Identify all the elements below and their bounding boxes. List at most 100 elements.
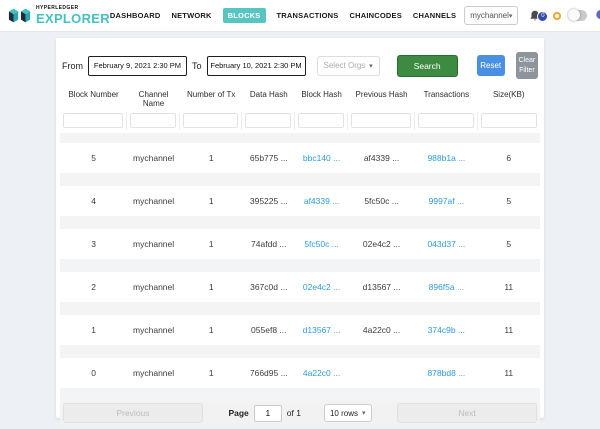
filter-previous-hash-input[interactable]	[351, 113, 411, 128]
col-number-of-tx: Number of Tx	[180, 87, 242, 111]
notifications-button[interactable]: 0	[528, 9, 542, 23]
reset-button[interactable]: Reset	[477, 55, 505, 76]
col-data-hash: Data Hash	[242, 87, 295, 111]
col-block-number: Block Number	[60, 87, 127, 111]
block-hash-link[interactable]: d13567 ...	[295, 325, 348, 335]
filter-size-kb-input[interactable]	[481, 113, 537, 128]
cell-block-number: 2	[60, 282, 127, 292]
cell-size-kb: 11	[478, 325, 540, 335]
nav-dashboard[interactable]: DASHBOARD	[110, 11, 161, 20]
cell-size-kb: 11	[478, 282, 540, 292]
header-icons: 0	[528, 6, 600, 25]
col-previous-hash: Previous Hash	[348, 87, 415, 111]
page-controls: Page of 1 10 rows ▾	[207, 404, 393, 422]
block-hash-link[interactable]: bbc140 ...	[295, 153, 348, 163]
previous-page-button[interactable]: Previous	[63, 403, 203, 423]
main-nav: DASHBOARD NETWORK BLOCKS TRANSACTIONS CH…	[110, 8, 456, 23]
cell-block-number: 1	[60, 325, 127, 335]
clear-filter-button[interactable]: Clear Filter	[516, 52, 538, 79]
table-row: 1 mychannel 1 055ef8 ... d13567 ... 4a22…	[60, 315, 540, 345]
cell-data-hash: 367c0d ...	[242, 282, 295, 292]
page-label: Page	[228, 408, 248, 418]
transactions-link[interactable]: 878bd8 ...	[415, 368, 477, 378]
cell-size-kb: 5	[478, 239, 540, 249]
transactions-link[interactable]: 896f5a ...	[415, 282, 477, 292]
cell-channel-name: mychannel	[127, 196, 180, 206]
cell-block-number: 4	[60, 196, 127, 206]
col-transactions: Transactions	[415, 87, 477, 111]
cell-previous-hash: 5fc50c ...	[348, 196, 415, 206]
filter-block-hash-input[interactable]	[298, 113, 344, 128]
toggle-knob	[568, 9, 580, 21]
cell-num-tx: 1	[180, 368, 242, 378]
page-of-label: of 1	[287, 408, 301, 418]
notification-badge: 0	[537, 11, 548, 22]
table-row: 2 mychannel 1 367c0d ... 02e4c2 ... d135…	[60, 272, 540, 302]
cell-channel-name: mychannel	[127, 239, 180, 249]
select-orgs-dropdown[interactable]: Select Orgs ▾	[317, 56, 380, 76]
table-body: 5 mychannel 1 65b775 ... bbc140 ... af43…	[60, 133, 540, 401]
filter-bar: From To Select Orgs ▾ Search Reset Clear…	[60, 42, 540, 87]
rows-per-page-value: 10 rows	[330, 409, 358, 418]
page-number-input[interactable]	[254, 405, 282, 422]
cell-num-tx: 1	[180, 196, 242, 206]
col-size-kb: Size(KB)	[478, 87, 540, 111]
transactions-link[interactable]: 988b1a ...	[415, 153, 477, 163]
sun-icon	[553, 12, 561, 20]
nav-blocks[interactable]: BLOCKS	[223, 8, 266, 23]
cell-previous-hash: 02e4c2 ...	[348, 239, 415, 249]
cell-channel-name: mychannel	[127, 153, 180, 163]
transactions-link[interactable]: 374c9b ...	[415, 325, 477, 335]
filter-number-of-tx-input[interactable]	[183, 113, 238, 128]
cell-data-hash: 055ef8 ...	[242, 325, 295, 335]
from-label: From	[62, 61, 83, 71]
filter-channel-name-input[interactable]	[130, 113, 176, 128]
table-row: 4 mychannel 1 395225 ... af4339 ... 5fc5…	[60, 186, 540, 216]
brand-explorer: EXPLORER	[36, 12, 110, 25]
transactions-link[interactable]: 043d37 ...	[415, 239, 477, 249]
chevron-down-icon: ▾	[369, 62, 373, 70]
filter-transactions-input[interactable]	[418, 113, 473, 128]
cell-size-kb: 6	[478, 153, 540, 163]
col-channel-name: Channel Name	[127, 87, 180, 111]
nav-transactions[interactable]: TRANSACTIONS	[277, 11, 339, 20]
table-filter-row	[60, 111, 540, 133]
filter-block-number-input[interactable]	[63, 113, 123, 128]
cell-data-hash: 74afdd ...	[242, 239, 295, 249]
block-hash-link[interactable]: 02e4c2 ...	[295, 282, 348, 292]
channel-select-value: mychannel	[470, 11, 509, 20]
next-page-button[interactable]: Next	[397, 403, 537, 423]
table-row: 3 mychannel 1 74afdd ... 5fc50c ... 02e4…	[60, 229, 540, 259]
table-header-row: Block Number Channel Name Number of Tx D…	[60, 87, 540, 111]
nav-chaincodes[interactable]: CHAINCODES	[350, 11, 402, 20]
table-row: 5 mychannel 1 65b775 ... bbc140 ... af43…	[60, 143, 540, 173]
transactions-link[interactable]: 9997af ...	[415, 196, 477, 206]
cell-data-hash: 766d95 ...	[242, 368, 295, 378]
from-date-input[interactable]	[88, 56, 187, 76]
moon-icon	[594, 7, 600, 25]
nav-network[interactable]: NETWORK	[171, 11, 211, 20]
cell-block-number: 5	[60, 153, 127, 163]
app-header: HYPERLEDGER EXPLORER DASHBOARD NETWORK B…	[0, 0, 600, 32]
filter-data-hash-input[interactable]	[245, 113, 291, 128]
block-hash-link[interactable]: 5fc50c ...	[295, 239, 348, 249]
app-logo[interactable]: HYPERLEDGER EXPLORER	[8, 6, 110, 25]
cell-data-hash: 395225 ...	[242, 196, 295, 206]
theme-toggle[interactable]	[568, 10, 587, 21]
to-label: To	[192, 61, 202, 71]
cell-previous-hash: af4339 ...	[348, 153, 415, 163]
cell-num-tx: 1	[180, 282, 242, 292]
hyperledger-logo-icon	[8, 7, 32, 24]
to-date-input[interactable]	[207, 56, 306, 76]
chevron-down-icon: ▾	[509, 12, 513, 20]
channel-select[interactable]: mychannel ▾	[464, 6, 518, 25]
cell-previous-hash: d13567 ...	[348, 282, 415, 292]
nav-channels[interactable]: CHANNELS	[413, 11, 456, 20]
cell-size-kb: 5	[478, 196, 540, 206]
cell-num-tx: 1	[180, 325, 242, 335]
block-hash-link[interactable]: af4339 ...	[295, 196, 348, 206]
search-button[interactable]: Search	[397, 55, 458, 77]
cell-channel-name: mychannel	[127, 325, 180, 335]
rows-per-page-select[interactable]: 10 rows ▾	[324, 404, 372, 422]
block-hash-link[interactable]: 4a22c0 ...	[295, 368, 348, 378]
